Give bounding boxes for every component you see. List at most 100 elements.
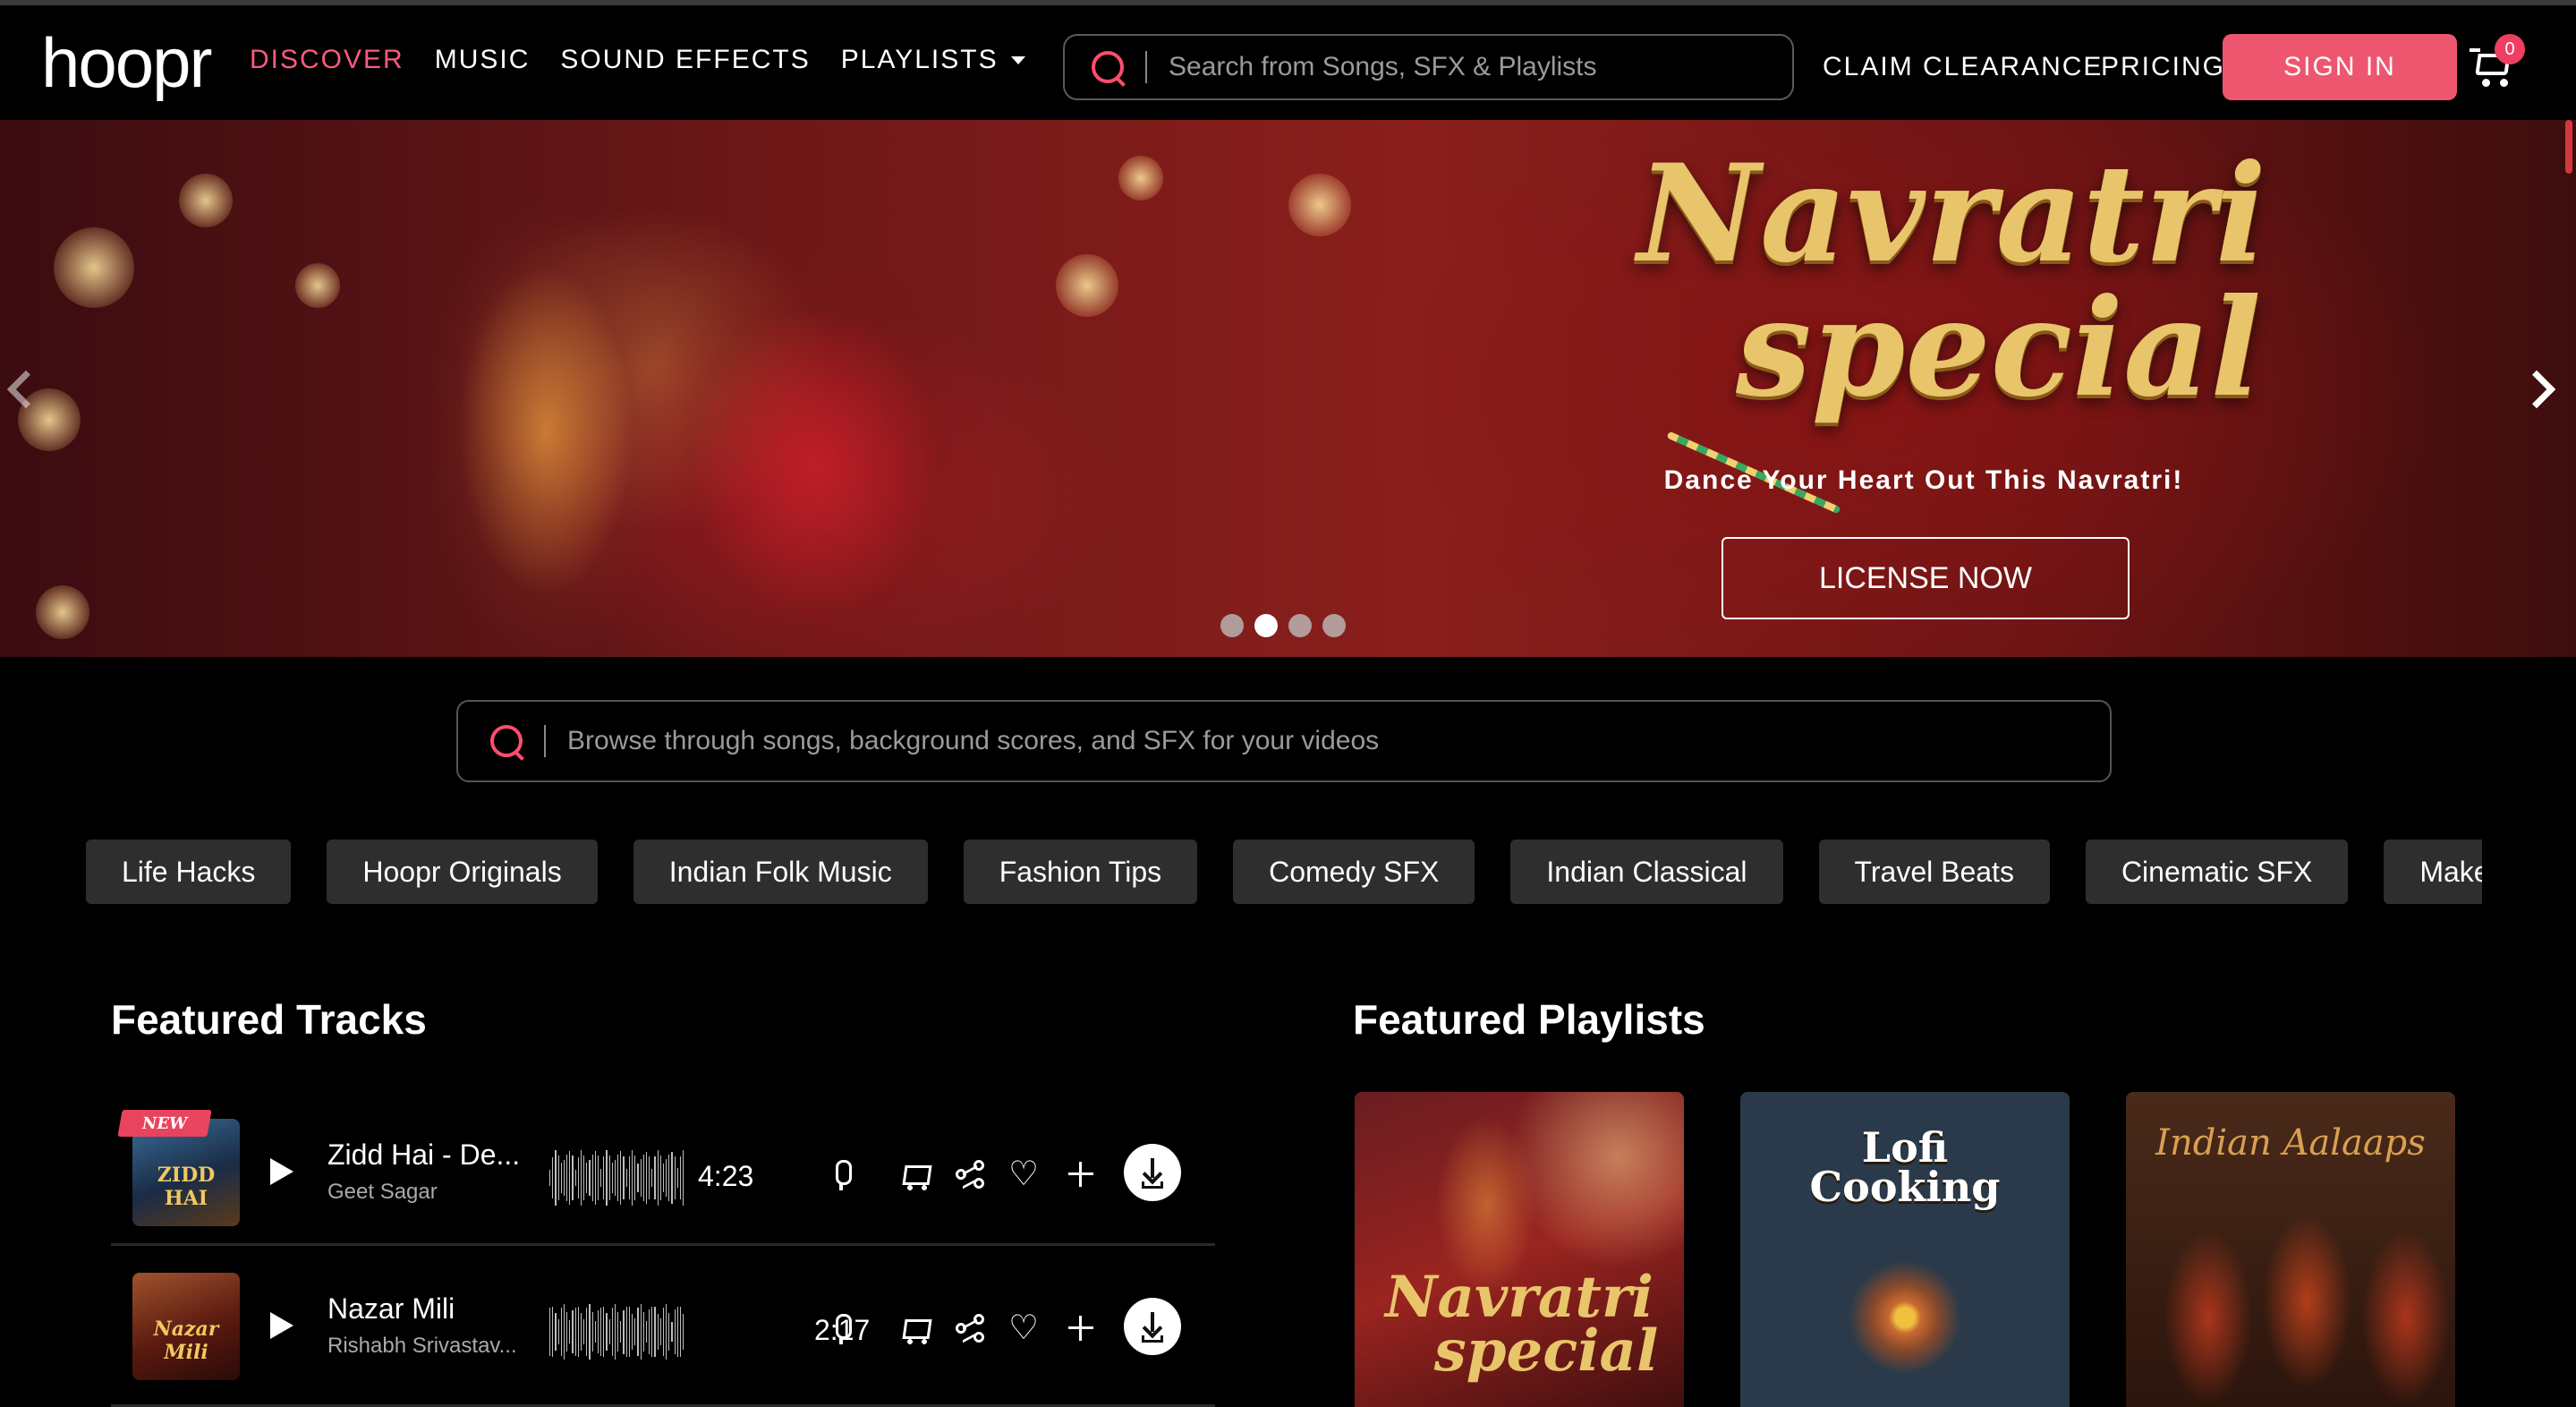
- waveform-bar: [608, 1155, 610, 1201]
- add-to-cart-icon[interactable]: [897, 1156, 932, 1192]
- waveform-bar: [572, 1155, 574, 1200]
- waveform-bar: [594, 1151, 596, 1205]
- waveform-bar: [577, 1156, 579, 1199]
- waveform-bar: [651, 1307, 653, 1357]
- microphone-icon[interactable]: [823, 1156, 859, 1192]
- waveform-bar: [645, 1151, 648, 1205]
- hero-subtitle: Dance Your Heart Out This Navratri!: [1663, 465, 2184, 495]
- waveform[interactable]: [549, 1303, 684, 1360]
- track-artist[interactable]: Geet Sagar: [327, 1180, 438, 1205]
- waveform[interactable]: [549, 1149, 684, 1207]
- waveform-bar: [645, 1321, 648, 1343]
- header-search-input[interactable]: Search from Songs, SFX & Playlists: [1063, 34, 1794, 100]
- add-to-playlist-icon[interactable]: [1063, 1156, 1099, 1192]
- dancer-figure: [626, 174, 1002, 657]
- bokeh-light: [1056, 254, 1118, 317]
- add-to-cart-icon[interactable]: [897, 1310, 932, 1346]
- play-icon[interactable]: [270, 1158, 293, 1185]
- waveform-bar: [651, 1168, 653, 1188]
- waveform-bar: [623, 1155, 625, 1200]
- waveform-bar: [625, 1307, 627, 1357]
- chip-indian-folk-music[interactable]: Indian Folk Music: [633, 840, 928, 904]
- claim-clearance-link[interactable]: CLAIM CLEARANCE: [1823, 52, 2103, 82]
- chip-cinematic-sfx[interactable]: Cinematic SFX: [2085, 840, 2349, 904]
- waveform-bar: [623, 1309, 625, 1354]
- waveform-bar: [654, 1155, 656, 1200]
- waveform-bar: [683, 1314, 684, 1350]
- waveform-bar: [606, 1313, 608, 1351]
- carousel-dot[interactable]: [1288, 614, 1312, 637]
- chip-comedy-sfx[interactable]: Comedy SFX: [1233, 840, 1475, 904]
- microphone-icon[interactable]: [823, 1310, 859, 1346]
- carousel-next-icon[interactable]: [2517, 370, 2556, 409]
- waveform-bar: [594, 1320, 596, 1343]
- page-scrollbar[interactable]: [2565, 120, 2572, 174]
- cart-wheel: [2482, 79, 2490, 87]
- waveform-bar: [563, 1304, 565, 1360]
- chip-hoopr-originals[interactable]: Hoopr Originals: [327, 840, 598, 904]
- hero-banner[interactable]: Navratri special Dance Your Heart Out Th…: [0, 120, 2576, 657]
- waveform-bar: [668, 1154, 670, 1202]
- pricing-link[interactable]: PRICING: [2101, 52, 2225, 82]
- waveform-bar: [625, 1169, 627, 1187]
- waveform-bar: [574, 1169, 576, 1187]
- chip-travel-beats[interactable]: Travel Beats: [1818, 840, 2050, 904]
- playlist-card[interactable]: Navratri special: [1355, 1092, 1684, 1407]
- heart-icon[interactable]: ♡: [1006, 1310, 1041, 1346]
- waveform-bar: [549, 1170, 551, 1186]
- playlist-card[interactable]: Indian Aalaaps: [2126, 1092, 2455, 1407]
- play-icon[interactable]: [270, 1312, 293, 1339]
- waveform-bar: [676, 1168, 678, 1188]
- nav-music[interactable]: MUSIC: [435, 45, 531, 75]
- browse-search-input[interactable]: Browse through songs, background scores,…: [456, 700, 2112, 782]
- top-navbar: hoopr DISCOVER MUSIC SOUND EFFECTS PLAYL…: [0, 5, 2576, 120]
- carousel-dots: [1220, 614, 1346, 637]
- track-artist[interactable]: Rishabh Srivastav...: [327, 1334, 517, 1359]
- main-nav: DISCOVER MUSIC SOUND EFFECTS PLAYLISTS: [250, 45, 1056, 75]
- chevron-down-icon: [1010, 55, 1025, 64]
- waveform-bar: [666, 1159, 667, 1197]
- carousel-dot-active[interactable]: [1254, 614, 1278, 637]
- hoopr-logo[interactable]: hoopr: [41, 23, 212, 102]
- track-title[interactable]: Zidd Hai - De...: [327, 1138, 520, 1172]
- waveform-bar: [552, 1306, 554, 1358]
- sign-in-button[interactable]: SIGN IN: [2223, 34, 2457, 100]
- playlist-cover-line1: Lofi: [1861, 1123, 1949, 1172]
- track-row: Nazar Mili Nazar Mili Rishabh Srivastav.…: [111, 1248, 1215, 1407]
- waveform-bar: [642, 1154, 644, 1201]
- cart-count-badge: 0: [2495, 34, 2525, 64]
- chip-makeup-tutorials[interactable]: Makeup Tu: [2384, 840, 2482, 904]
- download-icon[interactable]: [1124, 1298, 1181, 1355]
- nav-discover[interactable]: DISCOVER: [250, 45, 404, 75]
- playlist-card[interactable]: Lofi Cooking: [1740, 1092, 2070, 1407]
- carousel-dot[interactable]: [1220, 614, 1244, 637]
- share-icon[interactable]: [952, 1310, 988, 1346]
- waveform-bar: [566, 1311, 568, 1352]
- add-to-playlist-icon[interactable]: [1063, 1310, 1099, 1346]
- chip-life-hacks[interactable]: Life Hacks: [86, 840, 292, 904]
- nav-playlists[interactable]: PLAYLISTS: [841, 45, 1025, 75]
- bokeh-light: [179, 174, 233, 227]
- waveform-bar: [589, 1304, 591, 1360]
- chip-fashion-tips[interactable]: Fashion Tips: [963, 840, 1198, 904]
- waveform-bar: [640, 1159, 642, 1197]
- waveform-bar: [679, 1155, 682, 1200]
- track-title[interactable]: Nazar Mili: [327, 1292, 455, 1326]
- license-now-button[interactable]: LICENSE NOW: [1722, 537, 2130, 619]
- nav-playlists-label: PLAYLISTS: [840, 45, 999, 74]
- track-thumbnail[interactable]: Nazar Mili: [132, 1273, 240, 1380]
- heart-icon[interactable]: ♡: [1006, 1156, 1041, 1192]
- waveform-bar: [671, 1321, 673, 1343]
- waveform-bar: [614, 1159, 616, 1197]
- share-icon[interactable]: [952, 1156, 988, 1192]
- waveform-bar: [659, 1317, 661, 1346]
- chip-indian-classical[interactable]: Indian Classical: [1510, 840, 1783, 904]
- playlist-cover-title: Indian Aalaaps: [2155, 1122, 2426, 1164]
- thumbnail-text: ZIDD HAI: [157, 1164, 216, 1210]
- download-tray: [1142, 1335, 1163, 1343]
- carousel-dot[interactable]: [1322, 614, 1346, 637]
- nav-sound-effects[interactable]: SOUND EFFECTS: [560, 45, 810, 75]
- waveform-bar: [683, 1150, 684, 1206]
- waveform-bar: [620, 1321, 622, 1343]
- download-icon[interactable]: [1124, 1144, 1181, 1201]
